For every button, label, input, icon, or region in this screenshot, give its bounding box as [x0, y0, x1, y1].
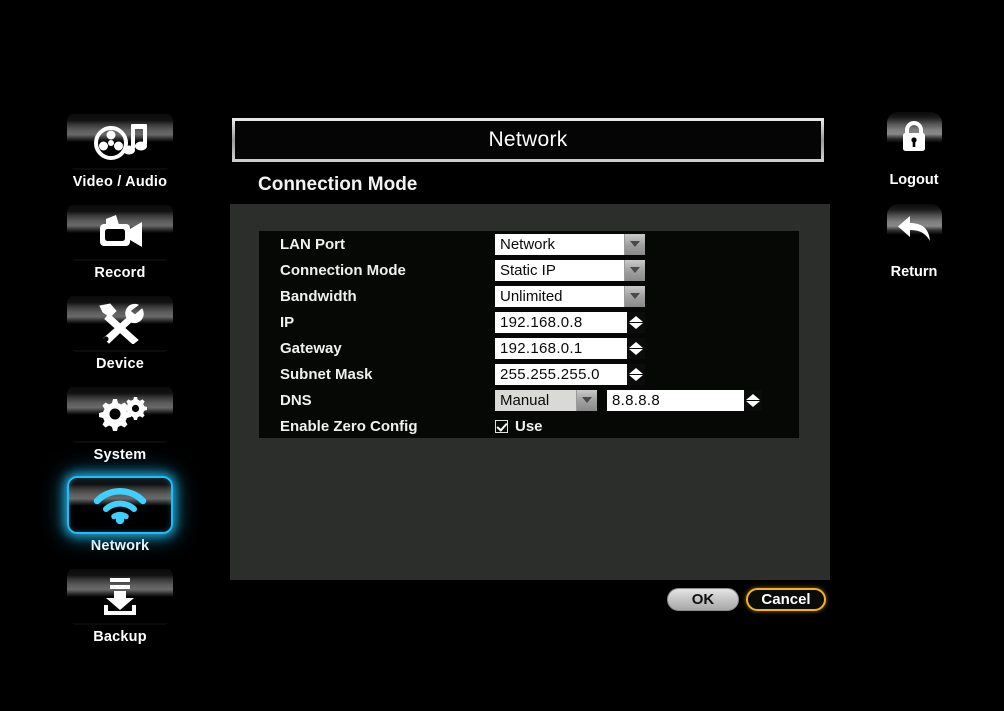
film-music-icon [89, 121, 151, 161]
sidebar-item-backup[interactable]: Backup [62, 567, 178, 645]
sidebar-item-label: Device [96, 356, 144, 372]
connection-mode-value: Static IP [500, 261, 556, 279]
nav-tile [67, 112, 173, 170]
row-control: Static IP [495, 259, 645, 281]
settings-form: LAN Port Network Connection Mode Static … [259, 231, 799, 438]
chevron-down-icon[interactable] [576, 389, 597, 411]
cancel-button[interactable]: Cancel [746, 588, 826, 611]
dns-address-value: 8.8.8.8 [612, 391, 660, 409]
row-label: Enable Zero Config [280, 417, 418, 435]
sidebar-item-video-audio[interactable]: Video / Audio [62, 112, 178, 190]
subnet-mask-input[interactable]: 255.255.255.0 [495, 363, 645, 385]
gateway-value: 192.168.0.1 [500, 339, 583, 357]
hammer-wrench-icon [94, 302, 146, 344]
section-heading: Connection Mode [258, 174, 418, 195]
chevron-down-icon[interactable] [624, 285, 645, 307]
checkmark-icon[interactable] [495, 419, 508, 433]
camcorder-icon [92, 213, 148, 251]
download-tray-icon [96, 576, 144, 616]
lan-port-dropdown[interactable]: Network [495, 233, 645, 255]
sidebar-item-record[interactable]: Record [62, 203, 178, 281]
ok-button[interactable]: OK [667, 588, 739, 611]
bandwidth-dropdown[interactable]: Unlimited [495, 285, 645, 307]
row-label: Connection Mode [280, 261, 406, 279]
dns-address-input[interactable]: 8.8.8.8 [607, 389, 762, 411]
sidebar-item-label: Network [90, 538, 150, 554]
lan-port-value: Network [500, 235, 556, 253]
form-row-bandwidth: Bandwidth Unlimited [259, 283, 799, 309]
left-sidebar: Video / Audio Record Device System Netwo… [62, 112, 178, 658]
row-label: Bandwidth [280, 287, 357, 305]
main-window: Network Connection Mode LAN Port Network… [230, 118, 830, 626]
enable-zero-config-label: Use [515, 417, 543, 435]
sidebar-item-label: Record [94, 265, 146, 281]
sidebar-item-label: System [93, 447, 147, 463]
gateway-input[interactable]: 192.168.0.1 [495, 337, 645, 359]
spinner-icon[interactable] [627, 363, 645, 385]
connection-mode-dropdown[interactable]: Static IP [495, 259, 645, 281]
form-row-gateway: Gateway 192.168.0.1 [259, 335, 799, 361]
button-bar: OK Cancel [230, 580, 830, 626]
return-button[interactable]: Return [860, 204, 968, 280]
form-row-lan-port: LAN Port Network [259, 231, 799, 257]
form-row-dns: DNS Manual 8.8.8.8 [259, 387, 799, 413]
row-label: DNS [280, 391, 312, 409]
spinner-icon[interactable] [744, 389, 762, 411]
row-label: Subnet Mask [280, 365, 373, 383]
right-sidebar: Logout Return [860, 112, 968, 296]
spinner-icon[interactable] [627, 337, 645, 359]
logout-label: Logout [889, 172, 939, 188]
row-control: Unlimited [495, 285, 645, 307]
gears-icon [91, 394, 149, 434]
enable-zero-config-checkbox[interactable]: Use [495, 418, 543, 435]
subnet-mask-value: 255.255.255.0 [500, 365, 600, 383]
sidebar-item-network[interactable]: Network [62, 476, 178, 554]
nav-tile [67, 385, 173, 443]
row-control: 192.168.0.1 [495, 337, 645, 359]
row-label: LAN Port [280, 235, 345, 253]
row-control: Use [495, 418, 543, 435]
side-tile [886, 204, 942, 259]
dns-mode-value: Manual [500, 391, 550, 409]
sidebar-item-label: Video / Audio [72, 174, 168, 190]
ip-value: 192.168.0.8 [500, 313, 583, 331]
row-label: Gateway [280, 339, 342, 357]
nav-tile [67, 203, 173, 261]
side-tile [886, 112, 942, 167]
row-label: IP [280, 313, 295, 331]
page-title: Network [488, 128, 568, 151]
back-arrow-icon [896, 214, 932, 249]
chevron-down-icon[interactable] [624, 259, 645, 281]
logout-button[interactable]: Logout [860, 112, 968, 188]
dns-mode-dropdown[interactable]: Manual [495, 389, 597, 411]
bandwidth-value: Unlimited [500, 287, 563, 305]
ip-input[interactable]: 192.168.0.8 [495, 311, 645, 333]
form-row-connection-mode: Connection Mode Static IP [259, 257, 799, 283]
row-control: 192.168.0.8 [495, 311, 645, 333]
return-label: Return [890, 264, 938, 280]
row-control: Network [495, 233, 645, 255]
form-row-ip: IP 192.168.0.8 [259, 309, 799, 335]
lock-icon [899, 120, 929, 159]
form-row-enable-zero-config: Enable Zero Config Use [259, 413, 799, 439]
row-control: Manual 8.8.8.8 [495, 389, 762, 411]
form-row-subnet-mask: Subnet Mask 255.255.255.0 [259, 361, 799, 387]
chevron-down-icon[interactable] [624, 233, 645, 255]
sidebar-item-system[interactable]: System [62, 385, 178, 463]
nav-tile [67, 476, 173, 534]
spinner-icon[interactable] [627, 311, 645, 333]
sidebar-item-label: Backup [93, 629, 147, 645]
window-title-bar: Network [232, 118, 824, 162]
sidebar-item-device[interactable]: Device [62, 294, 178, 372]
content-panel: LAN Port Network Connection Mode Static … [230, 204, 830, 580]
wifi-icon [89, 485, 151, 525]
nav-tile [67, 567, 173, 625]
row-control: 255.255.255.0 [495, 363, 645, 385]
nav-tile [67, 294, 173, 352]
